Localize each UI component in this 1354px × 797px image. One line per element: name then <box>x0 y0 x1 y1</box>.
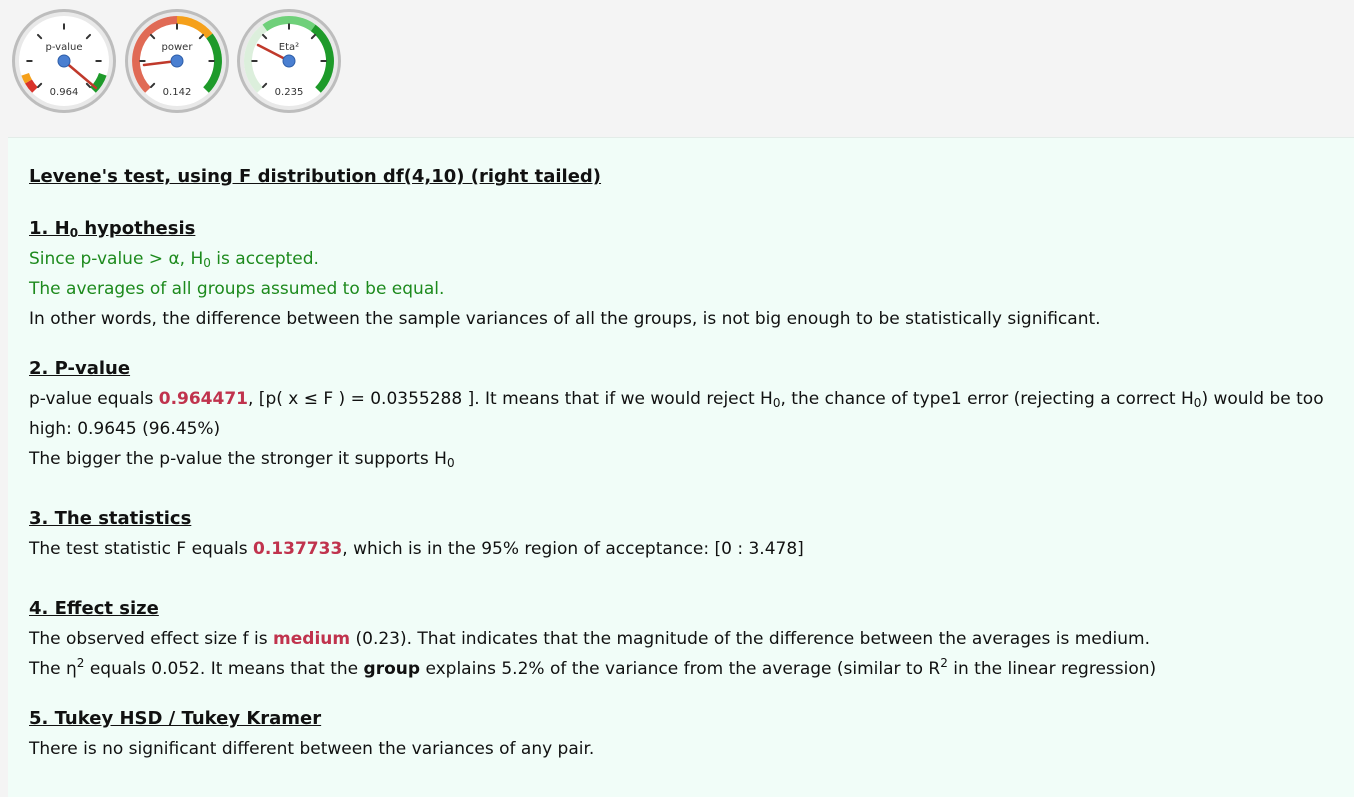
effect-size-label: medium <box>273 629 351 649</box>
section-tukey: 5. Tukey HSD / Tukey Kramer There is no … <box>29 704 1354 764</box>
eta-gauge-dial: Eta² 0.235 <box>237 9 341 113</box>
section-heading: 1. H0 hypothesis <box>29 218 196 240</box>
p-value-gauge: p-value 0.964 <box>11 8 117 114</box>
section-heading: 2. P-value <box>29 358 131 379</box>
p-value-text: p-value equals 0.964471, [p( x ≤ F ) = 0… <box>29 389 1324 439</box>
tukey-text: There is no significant different betwee… <box>29 739 595 759</box>
gauge-value: 0.964 <box>50 87 79 98</box>
p-value-number: 0.964471 <box>158 389 248 409</box>
f-statistic-number: 0.137733 <box>253 539 343 559</box>
section-heading: 3. The statistics <box>29 508 192 529</box>
gauge-value: 0.142 <box>163 87 192 98</box>
result-panel: Levene's test, using F distribution df(4… <box>8 137 1354 797</box>
power-gauge-dial: power 0.142 <box>125 9 229 113</box>
hypothesis-explanation-text: In other words, the difference between t… <box>29 309 1101 329</box>
gauge-label: power <box>162 42 194 53</box>
section-statistics: 3. The statistics The test statistic F e… <box>29 504 1354 564</box>
statistic-text: The test statistic F equals 0.137733, wh… <box>29 539 804 559</box>
hypothesis-conclusion-text: The averages of all groups assumed to be… <box>29 279 445 299</box>
gauge-label: Eta² <box>279 42 299 53</box>
section-hypothesis: 1. H0 hypothesis Since p-value > α, H0 i… <box>29 214 1354 334</box>
hypothesis-accepted-text: Since p-value > α, H0 is accepted. <box>29 249 319 270</box>
gauge-bar: p-value 0.964 power 0.142 Eta² 0.235 <box>0 0 1354 136</box>
section-heading: 4. Effect size <box>29 598 159 619</box>
section-heading: 5. Tukey HSD / Tukey Kramer <box>29 708 322 729</box>
section-p-value: 2. P-value p-value equals 0.964471, [p( … <box>29 354 1354 474</box>
power-gauge: power 0.142 <box>124 8 230 114</box>
section-effect-size: 4. Effect size The observed effect size … <box>29 594 1354 684</box>
gauge-value: 0.235 <box>275 87 304 98</box>
effect-size-text: The observed effect size f is medium (0.… <box>29 629 1150 649</box>
eta-gauge: Eta² 0.235 <box>236 8 342 114</box>
eta-squared-text: The η2 equals 0.052. It means that the g… <box>29 656 1157 679</box>
report-title: Levene's test, using F distribution df(4… <box>29 166 602 187</box>
p-value-support-text: The bigger the p-value the stronger it s… <box>29 449 455 470</box>
gauge-label: p-value <box>45 42 82 53</box>
p-value-gauge-dial: p-value 0.964 <box>12 9 116 113</box>
